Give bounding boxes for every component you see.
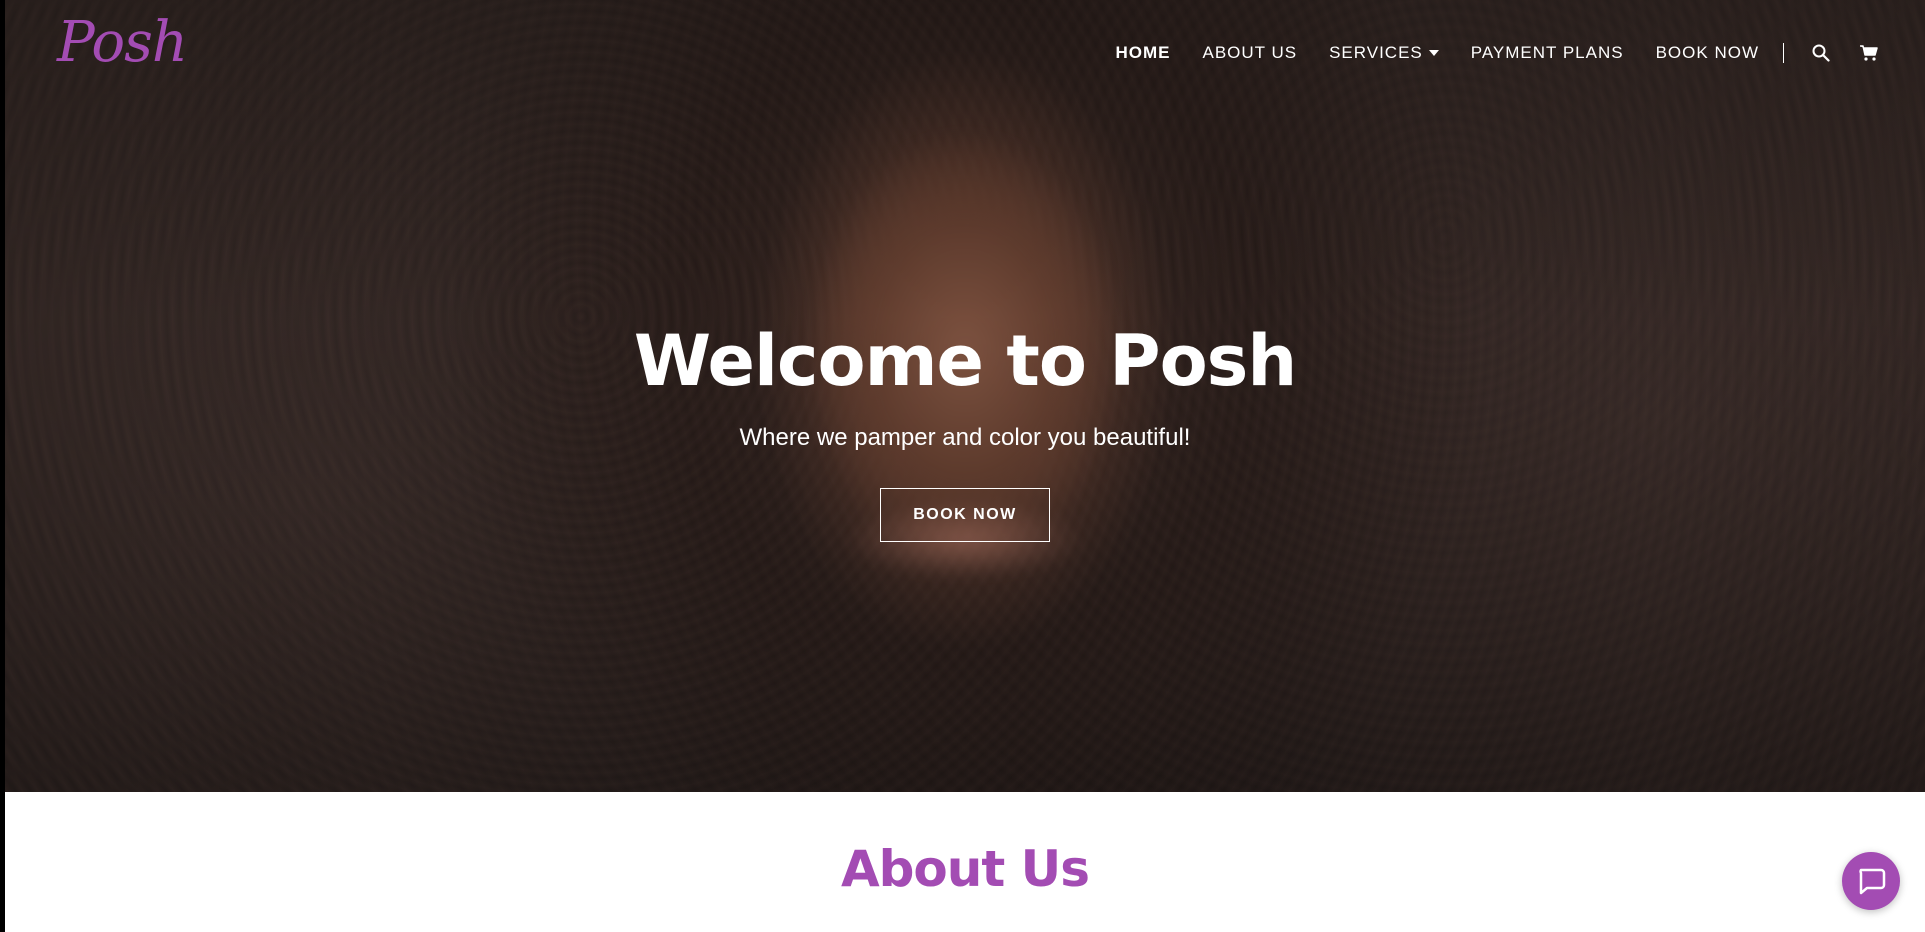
nav-services[interactable]: SERVICES	[1329, 43, 1439, 63]
nav-payment-plans[interactable]: PAYMENT PLANS	[1471, 43, 1624, 63]
book-now-button[interactable]: BOOK NOW	[880, 488, 1050, 542]
nav-about-us[interactable]: ABOUT US	[1203, 43, 1298, 63]
hero-title: Welcome to Posh	[633, 320, 1297, 402]
about-us-heading: About Us	[840, 840, 1090, 898]
nav-about-us-label: ABOUT US	[1202, 43, 1298, 62]
caret-down-icon	[1428, 50, 1439, 56]
hero-content: Welcome to Posh Where we pamper and colo…	[5, 320, 1925, 542]
nav-book-now[interactable]: BOOK NOW	[1656, 43, 1759, 63]
hero-section: Posh HOME ABOUT US SERVICES PAYMENT PLAN…	[5, 0, 1925, 792]
hero-subtitle: Where we pamper and color you beautiful!	[739, 424, 1191, 451]
nav-book-now-label: BOOK NOW	[1655, 43, 1759, 62]
chat-bubble-icon	[1859, 868, 1886, 895]
cart-icon[interactable]	[1858, 42, 1880, 64]
site-logo[interactable]: Posh	[57, 10, 188, 75]
page: Posh HOME ABOUT US SERVICES PAYMENT PLAN…	[5, 0, 1925, 932]
nav-home-label: HOME	[1115, 43, 1171, 62]
nav-divider	[1783, 43, 1784, 63]
search-icon[interactable]	[1810, 42, 1832, 64]
main-nav: HOME ABOUT US SERVICES PAYMENT PLANS BOO…	[1084, 38, 1881, 68]
nav-home[interactable]: HOME	[1116, 43, 1171, 63]
nav-services-label: SERVICES	[1329, 43, 1423, 62]
nav-payment-plans-label: PAYMENT PLANS	[1470, 43, 1624, 62]
chat-button[interactable]	[1842, 852, 1900, 910]
